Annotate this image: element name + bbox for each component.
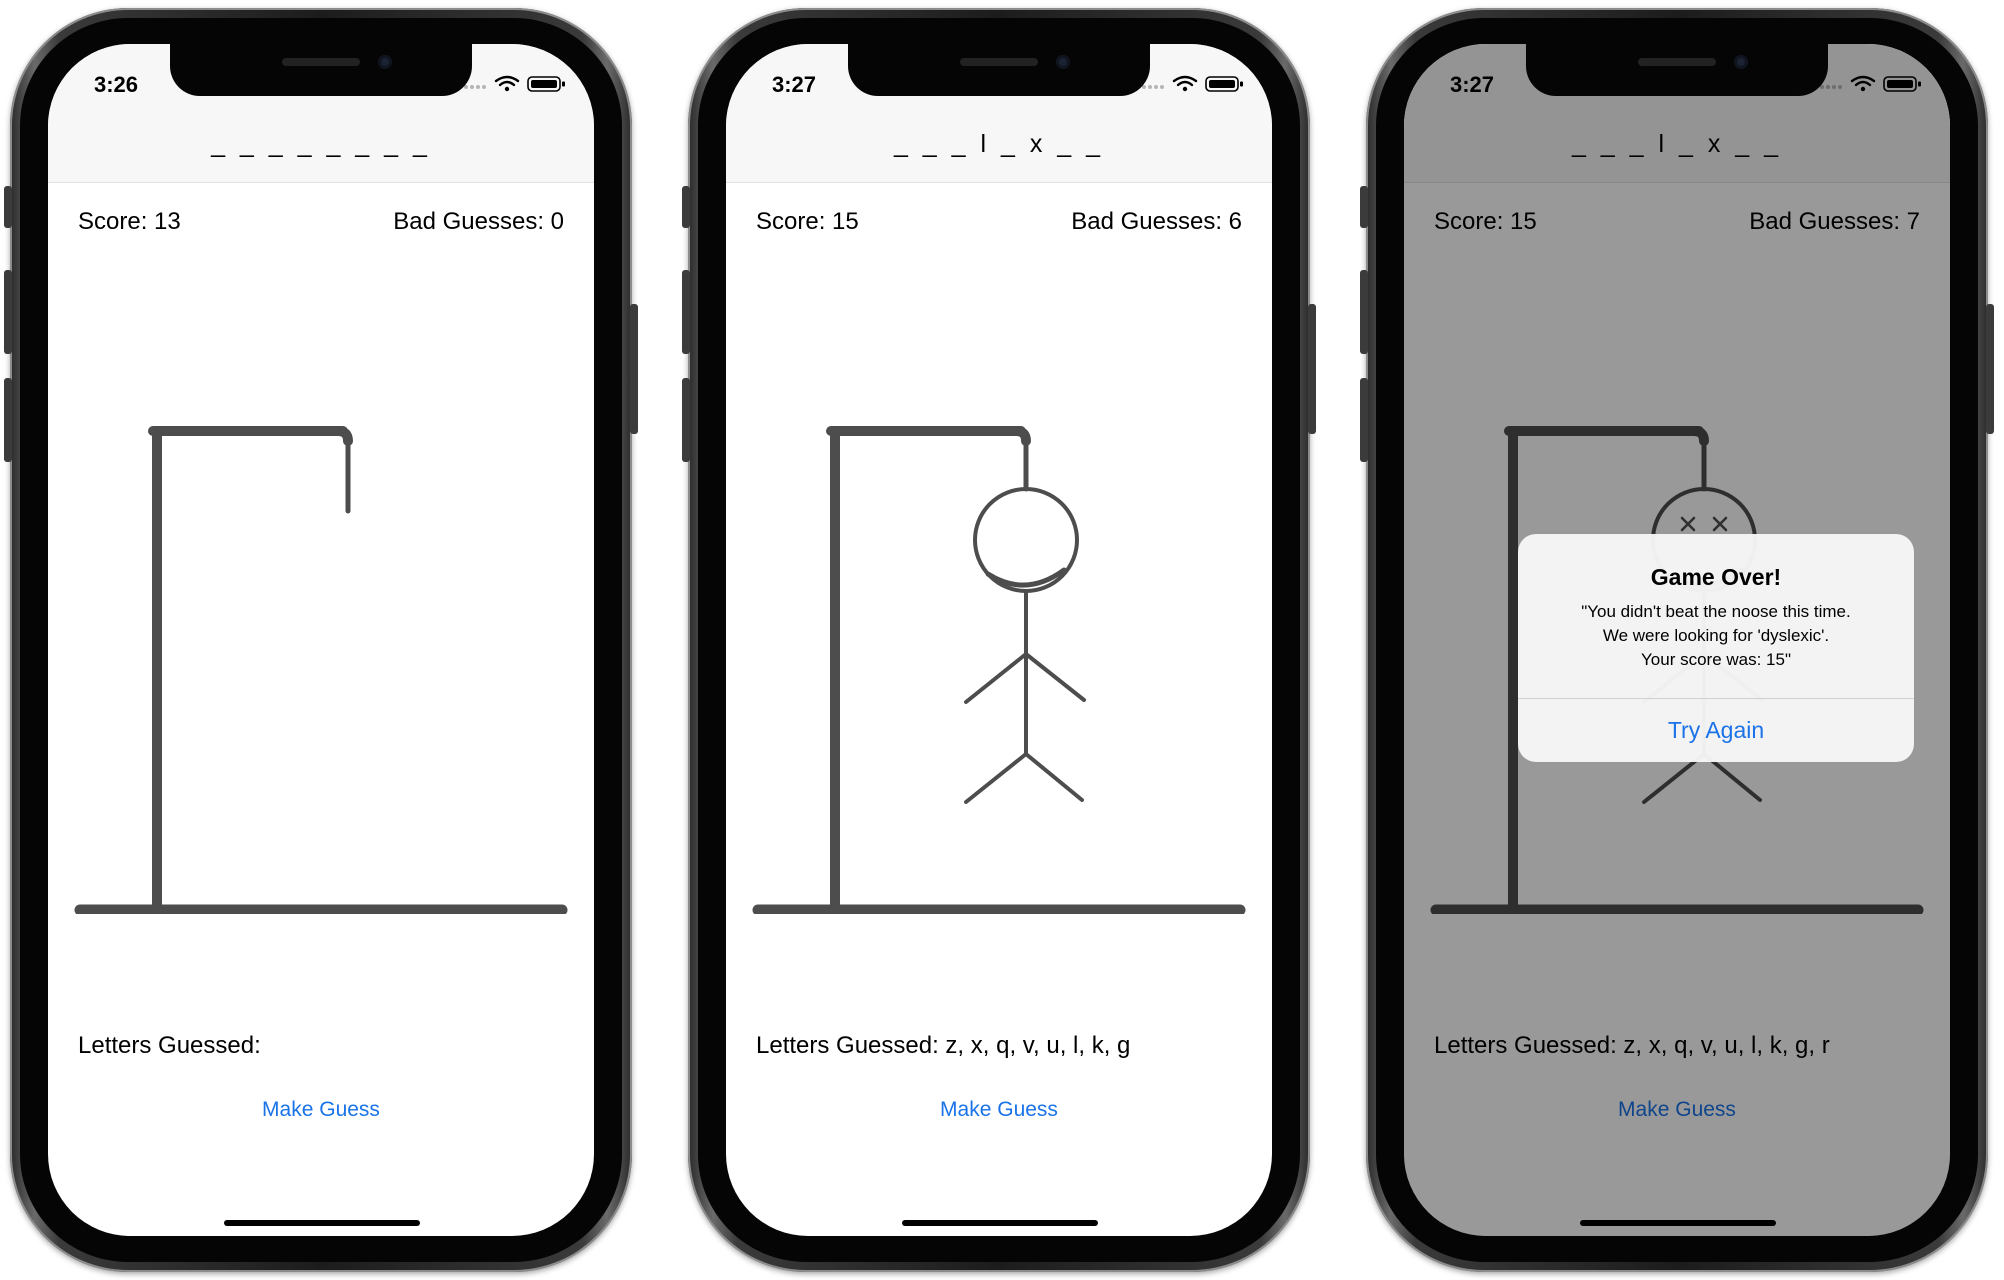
hangman-right-leg bbox=[1024, 752, 1084, 802]
screen-1: _ _ _ _ _ _ _ _ 3:26 Score: 13 Bad Guess… bbox=[48, 44, 594, 1236]
status-bar-icons bbox=[464, 75, 565, 92]
signal-dots-icon bbox=[464, 85, 486, 89]
volume-down-button bbox=[4, 378, 12, 462]
volume-up-button bbox=[4, 270, 12, 354]
signal-dots-icon bbox=[1820, 85, 1842, 89]
make-guess-button[interactable]: Make Guess bbox=[48, 1098, 594, 1122]
notch bbox=[170, 44, 472, 96]
phone-frame-2: _ _ _ l _ x _ _ 3:27 Score: 15 Bad Guess… bbox=[682, 8, 1316, 1272]
gallows bbox=[74, 426, 568, 914]
score-label: Score: 13 bbox=[78, 208, 181, 235]
volume-down-button bbox=[682, 378, 690, 462]
home-indicator[interactable] bbox=[1580, 1220, 1776, 1226]
gallows bbox=[752, 426, 1246, 914]
hangman-left-leg bbox=[964, 752, 1028, 804]
status-bar-icons bbox=[1820, 75, 1921, 92]
volume-up-button bbox=[682, 270, 690, 354]
screen-2: _ _ _ l _ x _ _ 3:27 Score: 15 Bad Guess… bbox=[726, 44, 1272, 1236]
screen-3: _ _ _ l _ x _ _ Score: 15 Bad Guesses: 7 bbox=[1404, 44, 1950, 1236]
home-indicator[interactable] bbox=[902, 1220, 1098, 1226]
notch bbox=[1526, 44, 1828, 96]
silent-switch bbox=[1360, 186, 1368, 228]
battery-icon bbox=[1883, 76, 1921, 92]
make-guess-button[interactable]: Make Guess bbox=[726, 1098, 1272, 1122]
bad-guesses-label: Bad Guesses: 0 bbox=[393, 208, 564, 235]
phone-frame-3: _ _ _ l _ x _ _ Score: 15 Bad Guesses: 7 bbox=[1360, 8, 1994, 1272]
hangman-drawing bbox=[752, 426, 1246, 914]
alert-message-line: We were looking for 'dyslexic'. bbox=[1602, 626, 1830, 645]
silent-switch bbox=[682, 186, 690, 228]
alert-message-line: Your score was: 15" bbox=[1641, 650, 1791, 669]
side-button bbox=[1308, 304, 1316, 434]
hangman-drawing bbox=[74, 426, 568, 914]
notch bbox=[848, 44, 1150, 96]
alert-message-line: "You didn't beat the noose this time. bbox=[1581, 602, 1851, 621]
silent-switch bbox=[4, 186, 12, 228]
battery-icon bbox=[527, 76, 565, 92]
status-bar-icons bbox=[1142, 75, 1243, 92]
hangman-figure bbox=[964, 487, 1086, 804]
wifi-icon bbox=[494, 75, 520, 87]
alert-message: "You didn't beat the noose this time. We… bbox=[1534, 600, 1898, 672]
word-display: _ _ _ l _ x _ _ bbox=[893, 130, 1105, 158]
letters-guessed: Letters Guessed: bbox=[78, 1032, 261, 1059]
wifi-icon bbox=[1850, 75, 1876, 87]
signal-dots-icon bbox=[1142, 85, 1164, 89]
status-time: 3:27 bbox=[772, 72, 817, 97]
status-time: 3:26 bbox=[94, 72, 139, 97]
status-time: 3:27 bbox=[1450, 72, 1495, 97]
wifi-icon bbox=[1172, 75, 1198, 87]
hangman-left-arm bbox=[964, 652, 1028, 704]
alert-title: Game Over! bbox=[1650, 564, 1782, 590]
game-over-alert: Game Over! "You didn't beat the noose th… bbox=[1518, 534, 1914, 762]
try-again-button[interactable]: Try Again bbox=[1518, 698, 1914, 762]
score-label: Score: 15 bbox=[756, 208, 859, 235]
bad-guesses-label: Bad Guesses: 6 bbox=[1071, 208, 1242, 235]
volume-up-button bbox=[1360, 270, 1368, 354]
hangman-right-arm bbox=[1024, 652, 1086, 702]
battery-icon bbox=[1205, 76, 1243, 92]
side-button bbox=[1986, 304, 1994, 434]
volume-down-button bbox=[1360, 378, 1368, 462]
letters-guessed: Letters Guessed: z, x, q, v, u, l, k, g bbox=[756, 1032, 1131, 1059]
side-button bbox=[630, 304, 638, 434]
word-display: _ _ _ _ _ _ _ _ bbox=[211, 130, 431, 158]
phone-frame-1: _ _ _ _ _ _ _ _ 3:26 Score: 13 Bad Guess… bbox=[4, 8, 638, 1272]
home-indicator[interactable] bbox=[224, 1220, 420, 1226]
